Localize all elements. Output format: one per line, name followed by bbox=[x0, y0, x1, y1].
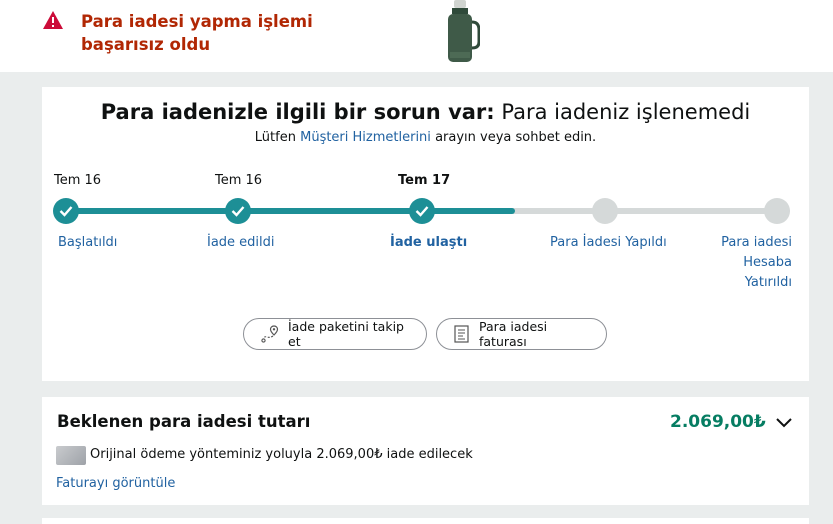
headline-strong: Para iadenizle ilgili bir sorun var: bbox=[100, 100, 495, 124]
step-date-2: Tem 16 bbox=[215, 173, 263, 188]
route-pin-icon bbox=[261, 325, 279, 343]
track-return-package-label: İade paketini takip et bbox=[288, 319, 404, 349]
step-date-1: Tem 16 bbox=[54, 173, 102, 188]
next-card-edge bbox=[42, 518, 809, 524]
step-dot-4 bbox=[592, 198, 618, 224]
refund-invoice-label: Para iadesi faturası bbox=[479, 319, 548, 349]
step-dot-5 bbox=[764, 198, 790, 224]
track-return-package-button[interactable]: İade paketini takip et bbox=[243, 318, 427, 350]
headline-rest: Para iadeniz işlenemedi bbox=[501, 100, 751, 124]
refund-invoice-button[interactable]: Para iadesi faturası bbox=[436, 318, 607, 350]
refund-amount-card: Beklenen para iadesi tutarı 2.069,00₺ Or… bbox=[42, 397, 809, 505]
page-title: Para iadenizle ilgili bir sorun var: Par… bbox=[42, 97, 809, 127]
amount-title: Beklenen para iadesi tutarı bbox=[57, 412, 311, 431]
step-label-3: İade ulaştı bbox=[390, 235, 468, 250]
step-label-4: Para İadesi Yapıldı bbox=[550, 235, 667, 250]
check-icon bbox=[415, 206, 429, 217]
step-date-3: Tem 17 bbox=[398, 173, 451, 188]
refund-status-card: Para iadenizle ilgili bir sorun var: Par… bbox=[42, 87, 809, 381]
customer-service-link[interactable]: Müşteri Hizmetlerini bbox=[300, 130, 431, 145]
step-label-5: Para iadesi Hesaba Yatırıldı bbox=[721, 235, 792, 290]
help-text-before: Lütfen bbox=[254, 130, 296, 145]
progress-fill bbox=[66, 208, 515, 214]
document-icon bbox=[454, 325, 469, 343]
help-text: Lütfen Müşteri Hizmetlerini arayın veya … bbox=[42, 129, 809, 147]
product-thumbnail[interactable] bbox=[440, 0, 480, 66]
step-dot-1 bbox=[53, 198, 79, 224]
chevron-down-icon[interactable] bbox=[775, 415, 793, 429]
help-text-after: arayın veya sohbet edin. bbox=[435, 130, 597, 145]
step-dot-3 bbox=[409, 198, 435, 224]
step-dot-2 bbox=[225, 198, 251, 224]
step-label-2: İade edildi bbox=[207, 235, 275, 250]
refund-amount: 2.069,00₺ bbox=[670, 412, 766, 432]
check-icon bbox=[231, 206, 245, 217]
payment-method-text: Orijinal ödeme yönteminiz yoluyla 2.069,… bbox=[90, 447, 473, 462]
alert-message: Para iadesi yapma işlemi başarısız oldu bbox=[81, 12, 313, 54]
alert-banner: Para iadesi yapma işlemi başarısız oldu bbox=[0, 0, 833, 72]
view-invoice-link[interactable]: Faturayı görüntüle bbox=[56, 475, 175, 493]
check-icon bbox=[59, 206, 73, 217]
payment-card-icon bbox=[56, 446, 86, 465]
warning-icon bbox=[43, 11, 63, 29]
step-label-1: Başlatıldı bbox=[58, 235, 118, 250]
